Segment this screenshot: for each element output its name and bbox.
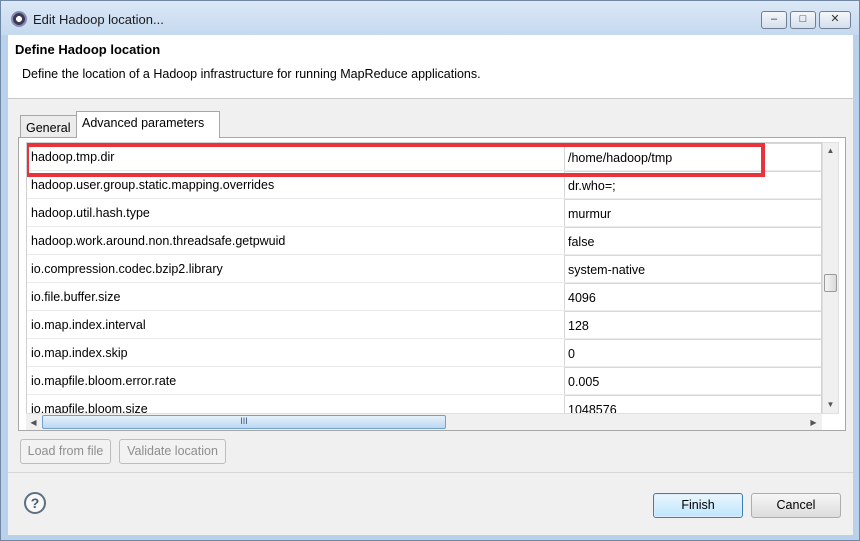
title-bar[interactable]: Edit Hadoop location... – □ ✕ [1, 1, 859, 35]
horizontal-scrollbar[interactable]: ◀ III ▶ [26, 413, 822, 430]
property-key: hadoop.util.hash.type [31, 206, 150, 220]
table-row[interactable]: io.file.buffer.size 4096 [27, 283, 821, 311]
scroll-up-icon[interactable]: ▲ [823, 143, 838, 158]
property-value[interactable]: system-native [564, 255, 821, 282]
property-key: io.compression.codec.bzip2.library [31, 262, 223, 276]
window-title: Edit Hadoop location... [33, 12, 164, 27]
scroll-right-icon[interactable]: ▶ [806, 415, 821, 430]
dialog-heading: Define Hadoop location [15, 42, 161, 57]
footer-divider [8, 472, 853, 473]
finish-button[interactable]: Finish [653, 493, 743, 518]
table-row[interactable]: hadoop.work.around.non.threadsafe.getpwu… [27, 227, 821, 255]
help-icon[interactable]: ? [24, 492, 46, 514]
tab-advanced-parameters[interactable]: Advanced parameters [76, 111, 220, 138]
properties-table: hadoop.tmp.dir /home/hadoop/tmp hadoop.u… [26, 142, 822, 414]
dialog-description: Define the location of a Hadoop infrastr… [22, 67, 481, 81]
cancel-button[interactable]: Cancel [751, 493, 841, 518]
dialog-window: Edit Hadoop location... – □ ✕ Define Had… [0, 0, 860, 541]
property-value[interactable]: 0.005 [564, 367, 821, 394]
scroll-down-icon[interactable]: ▼ [823, 397, 838, 412]
eclipse-app-icon [11, 11, 27, 27]
dialog-header: Define Hadoop location Define the locati… [8, 35, 853, 99]
property-value[interactable]: 4096 [564, 283, 821, 310]
vertical-scrollbar[interactable]: ▲ ▼ [822, 142, 839, 414]
property-key: io.map.index.interval [31, 318, 146, 332]
property-key: io.file.buffer.size [31, 290, 121, 304]
table-row[interactable]: hadoop.util.hash.type murmur [27, 199, 821, 227]
property-key: io.map.index.skip [31, 346, 128, 360]
tab-general[interactable]: General [20, 115, 77, 137]
property-value[interactable]: 128 [564, 311, 821, 338]
property-value[interactable]: false [564, 227, 821, 254]
minimize-button[interactable]: – [761, 11, 787, 29]
property-key: hadoop.user.group.static.mapping.overrid… [31, 178, 275, 192]
property-value[interactable]: 0 [564, 339, 821, 366]
table-row[interactable]: hadoop.tmp.dir /home/hadoop/tmp [27, 143, 821, 171]
table-row[interactable]: io.map.index.skip 0 [27, 339, 821, 367]
property-key: hadoop.work.around.non.threadsafe.getpwu… [31, 234, 286, 248]
dialog-client-area: Define Hadoop location Define the locati… [8, 35, 853, 535]
close-button[interactable]: ✕ [819, 11, 851, 29]
property-key: io.mapfile.bloom.error.rate [31, 374, 177, 388]
table-row[interactable]: io.map.index.interval 128 [27, 311, 821, 339]
table-row[interactable]: io.mapfile.bloom.error.rate 0.005 [27, 367, 821, 395]
table-row[interactable]: io.compression.codec.bzip2.library syste… [27, 255, 821, 283]
validate-location-button[interactable]: Validate location [119, 439, 226, 464]
property-value[interactable]: /home/hadoop/tmp [564, 143, 821, 170]
maximize-button[interactable]: □ [790, 11, 816, 29]
vertical-scroll-thumb[interactable] [824, 274, 837, 292]
property-value[interactable]: 1048576 [564, 395, 821, 413]
table-row[interactable]: hadoop.user.group.static.mapping.overrid… [27, 171, 821, 199]
property-value[interactable]: dr.who=; [564, 171, 821, 198]
property-value[interactable]: murmur [564, 199, 821, 226]
advanced-parameters-panel: hadoop.tmp.dir /home/hadoop/tmp hadoop.u… [18, 137, 846, 431]
property-key: hadoop.tmp.dir [31, 150, 115, 164]
scroll-left-icon[interactable]: ◀ [26, 415, 41, 430]
horizontal-scroll-thumb[interactable]: III [42, 415, 446, 429]
load-from-file-button[interactable]: Load from file [20, 439, 111, 464]
table-row[interactable]: io.mapfile.bloom.size 1048576 [27, 395, 821, 413]
